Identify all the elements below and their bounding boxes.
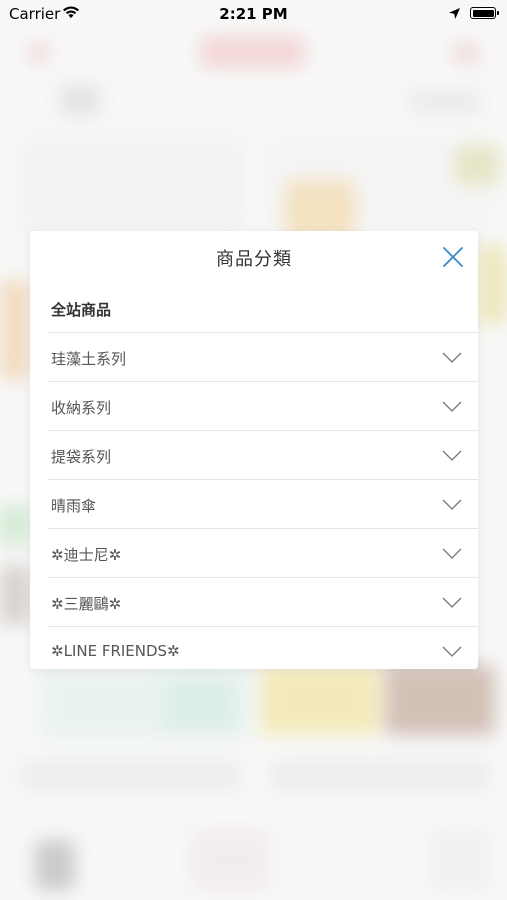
all-products-link[interactable]: 全站商品 (30, 285, 478, 332)
chevron-down-icon (442, 401, 462, 412)
category-label: ✲三麗鷗✲ (51, 595, 122, 613)
status-bar: Carrier 2:21 PM (0, 0, 507, 28)
category-item-disney[interactable]: ✲迪士尼✲ (48, 528, 478, 577)
chevron-down-icon (442, 548, 462, 559)
category-label: 珪藻土系列 (51, 350, 127, 368)
category-modal: 商品分類 全站商品 珪藻土系列 收納系列 提袋系列 晴雨傘 ✲迪士尼✲ ✲三麗鷗… (30, 231, 478, 669)
category-label: ✲迪士尼✲ (51, 546, 122, 564)
category-list: 珪藻土系列 收納系列 提袋系列 晴雨傘 ✲迪士尼✲ ✲三麗鷗✲ ✲LINE FR… (30, 332, 478, 669)
chevron-down-icon (442, 499, 462, 510)
category-label: 提袋系列 (51, 448, 112, 466)
category-item-diatomite[interactable]: 珪藻土系列 (48, 332, 478, 381)
battery-icon (470, 7, 499, 19)
chevron-down-icon (442, 352, 462, 363)
modal-header: 商品分類 (30, 231, 478, 285)
close-button[interactable] (438, 242, 468, 272)
category-item-sanrio[interactable]: ✲三麗鷗✲ (48, 577, 478, 626)
chevron-down-icon (442, 597, 462, 608)
modal-title: 商品分類 (216, 249, 292, 270)
category-label: 晴雨傘 (51, 497, 97, 515)
category-item-storage[interactable]: 收納系列 (48, 381, 478, 430)
status-time: 2:21 PM (219, 5, 288, 23)
category-item-line-friends[interactable]: ✲LINE FRIENDS✲ (48, 626, 478, 669)
chevron-down-icon (442, 450, 462, 461)
chevron-down-icon (442, 646, 462, 657)
category-label: ✲LINE FRIENDS✲ (51, 642, 180, 660)
location-arrow-icon (448, 6, 461, 24)
category-item-bags[interactable]: 提袋系列 (48, 430, 478, 479)
close-icon (443, 247, 463, 267)
all-products-label: 全站商品 (51, 301, 112, 319)
category-item-umbrellas[interactable]: 晴雨傘 (48, 479, 478, 528)
category-label: 收納系列 (51, 399, 112, 417)
